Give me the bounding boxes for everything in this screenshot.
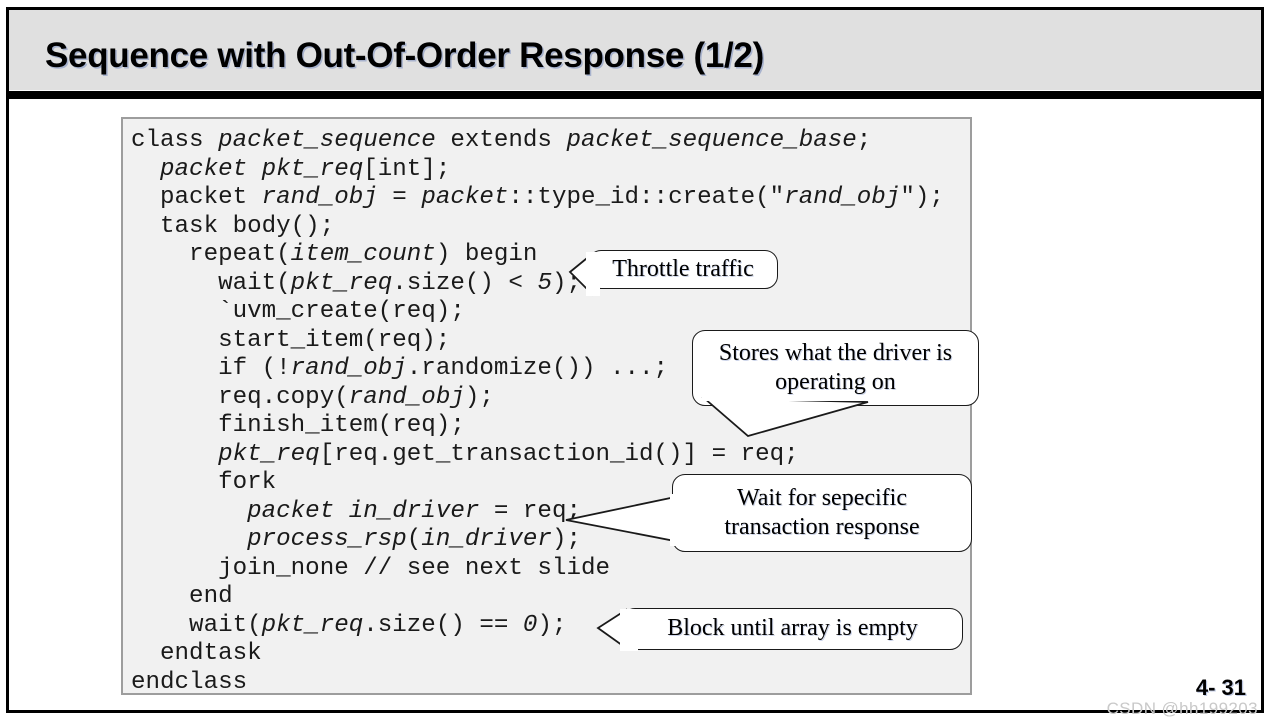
code-line: class packet_sequence extends packet_seq… <box>131 127 872 154</box>
code-line: pkt_req[req.get_transaction_id()] = req; <box>218 440 799 468</box>
page-title: Sequence with Out-Of-Order Response (1/2… <box>45 36 764 75</box>
slide-title-band: Sequence with Out-Of-Order Response (1/2… <box>9 10 1261 90</box>
callout-stores-driver-state-text: Stores what the driver is operating on <box>718 339 953 395</box>
callout-tail-stores <box>701 396 870 437</box>
callout-block-until-empty-text: Block until array is empty <box>667 615 918 642</box>
code-line: task body(); <box>131 212 335 240</box>
title-divider-rule <box>9 91 1261 99</box>
callout-wait-transaction-response: Wait for sepecific transaction response <box>672 474 972 552</box>
slide: Sequence with Out-Of-Order Response (1/2… <box>0 0 1272 721</box>
code-line: `uvm_create(req); <box>131 298 465 325</box>
code-line: packet pkt_req[int]; <box>160 155 451 183</box>
callout-stores-driver-state: Stores what the driver is operating on <box>692 330 979 406</box>
callout-tail-throttle <box>568 252 600 297</box>
callout-tail-block <box>596 608 638 651</box>
callout-block-until-empty: Block until array is empty <box>622 608 963 650</box>
callout-throttle-traffic-text: Throttle traffic <box>612 255 754 282</box>
code-line: join_none // see next slide <box>131 554 610 582</box>
callout-tail-wait <box>565 494 686 546</box>
callout-wait-transaction-response-text: Wait for sepecific transaction response <box>724 484 920 540</box>
code-line: wait(pkt_req.size() < 5); <box>131 269 581 297</box>
page-number: 4- 31 <box>1195 675 1246 700</box>
code-line: endclass <box>131 668 248 696</box>
callout-throttle-traffic: Throttle traffic <box>588 250 778 289</box>
watermark: CSDN @hh199203 <box>1106 699 1258 718</box>
code-line: packet rand_obj = packet::type_id::creat… <box>131 184 944 211</box>
code-line: repeat(item_count) begin <box>131 241 538 268</box>
